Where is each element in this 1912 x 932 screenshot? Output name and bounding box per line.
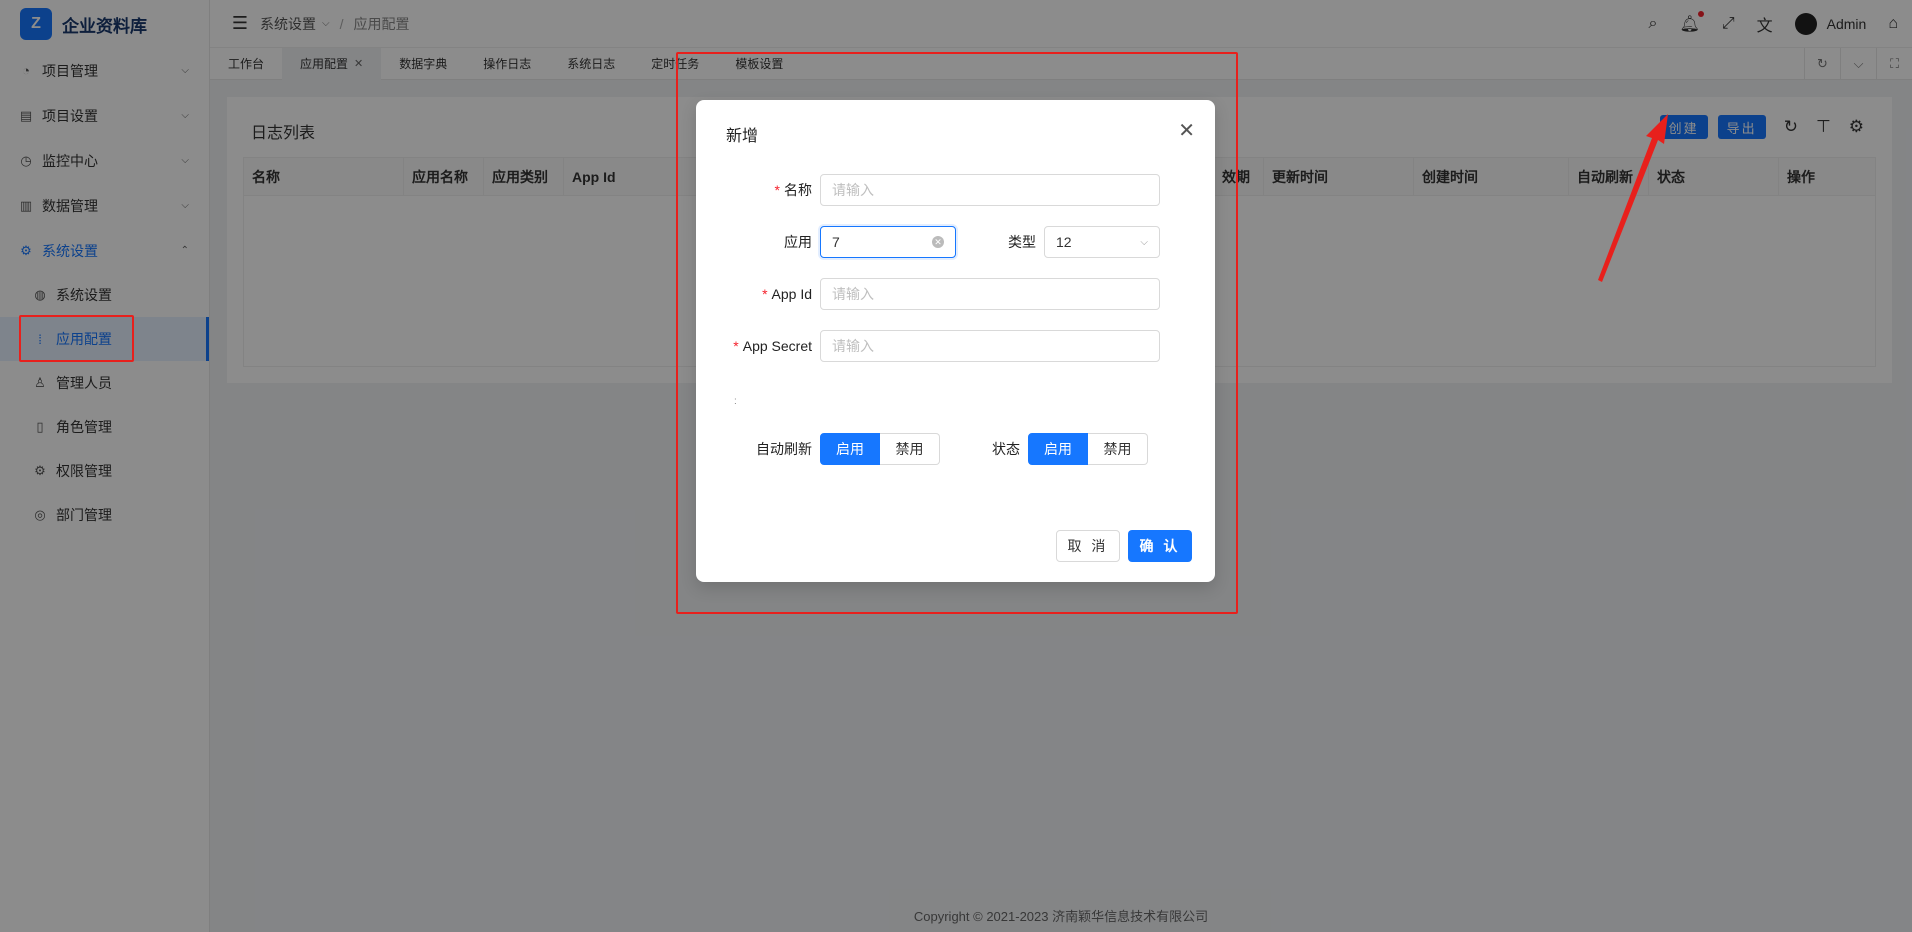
annotation-arrow	[1598, 114, 1668, 282]
annotation-box-dialog	[676, 52, 1238, 614]
annotation-box-sidebar	[19, 315, 134, 362]
